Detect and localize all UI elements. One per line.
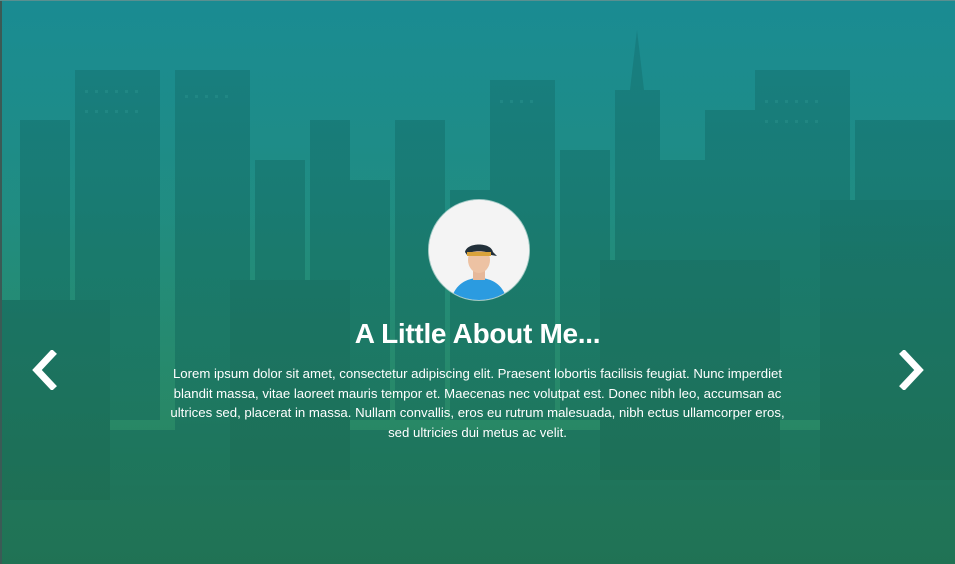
carousel-prev-button[interactable] (30, 349, 60, 391)
person-avatar-icon (429, 200, 529, 300)
page-title: A Little About Me... (354, 318, 601, 349)
hero-section: A Little About Me... Lorem ipsum dolor s… (0, 0, 955, 564)
bio-text: Lorem ipsum dolor sit amet, consectetur … (170, 366, 785, 440)
chevron-left-icon (32, 349, 57, 391)
chevron-right-icon (899, 349, 924, 391)
about-content: A Little About Me... Lorem ipsum dolor s… (0, 0, 955, 564)
avatar (429, 200, 529, 300)
carousel-next-button[interactable] (896, 349, 926, 391)
